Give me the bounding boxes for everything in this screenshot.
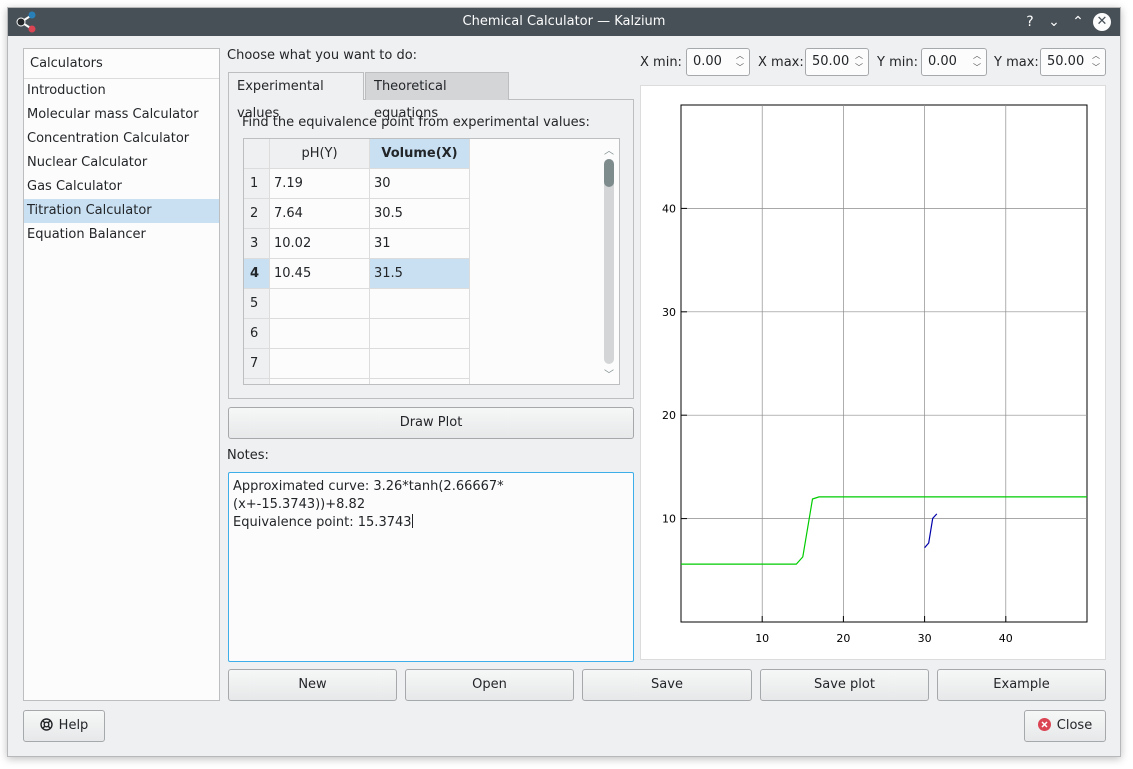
- close-circle-icon: [1037, 713, 1051, 743]
- table-cell-ph[interactable]: 7.19: [270, 169, 370, 199]
- notes-label: Notes:: [227, 448, 269, 463]
- table-cell-volume[interactable]: [370, 289, 470, 319]
- table-cell-ph[interactable]: [270, 349, 370, 379]
- table-cell-volume[interactable]: 30: [370, 169, 470, 199]
- title-bar[interactable]: Chemical Calculator — Kalzium ? ⌄ ⌃ ✕: [8, 8, 1120, 36]
- new-button[interactable]: New: [228, 669, 397, 701]
- table-cell-volume-selected[interactable]: 31.5: [370, 259, 470, 289]
- xmax-value: 50.00: [812, 54, 850, 69]
- table-cell-volume[interactable]: 30.5: [370, 199, 470, 229]
- notes-textarea[interactable]: Approximated curve: 3.26*tanh(2.66667*(x…: [228, 472, 634, 662]
- scrollbar-thumb[interactable]: [604, 159, 614, 187]
- scroll-down-icon[interactable]: ﹀: [599, 366, 619, 381]
- close-window-icon[interactable]: ✕: [1093, 13, 1111, 31]
- open-button[interactable]: Open: [405, 669, 574, 701]
- find-equivalence-label: Find the equivalence point from experime…: [242, 115, 590, 130]
- table-cell-ph[interactable]: 10.02: [270, 229, 370, 259]
- calculators-header: Calculators: [24, 49, 219, 79]
- ymin-value: 0.00: [928, 54, 957, 69]
- help-button-label: Help: [58, 718, 89, 733]
- lifebuoy-icon: [39, 713, 53, 743]
- y-tick-label: 30: [662, 306, 676, 319]
- save-button[interactable]: Save: [582, 669, 752, 701]
- y-tick-label: 20: [662, 409, 676, 422]
- x-tick-label: 20: [836, 632, 850, 645]
- spin-arrows-icon[interactable]: ︿ ﹀: [852, 50, 866, 74]
- sidebar-item-introduction[interactable]: Introduction: [24, 79, 219, 103]
- sidebar-item-nuclear[interactable]: Nuclear Calculator: [24, 151, 219, 175]
- row-header[interactable]: 2: [244, 199, 270, 229]
- close-button[interactable]: Close: [1024, 710, 1106, 742]
- ymax-value: 50.00: [1047, 54, 1085, 69]
- row-header[interactable]: 1: [244, 169, 270, 199]
- text-caret: [411, 514, 413, 528]
- sidebar-item-equation-balancer[interactable]: Equation Balancer: [24, 223, 219, 247]
- save-plot-button[interactable]: Save plot: [760, 669, 929, 701]
- notes-line-equivalence: Equivalence point: 15.3743: [233, 515, 412, 530]
- row-header[interactable]: 4: [244, 259, 270, 289]
- calculator-window: Chemical Calculator — Kalzium ? ⌄ ⌃ ✕ Ca…: [7, 7, 1121, 757]
- draw-plot-button[interactable]: Draw Plot: [228, 407, 634, 439]
- scroll-up-icon[interactable]: ︿: [599, 142, 619, 157]
- calculators-list: Calculators Introduction Molecular mass …: [23, 48, 220, 701]
- row-header: [244, 379, 270, 384]
- table-cell-ph[interactable]: [270, 319, 370, 349]
- table-cell-ph[interactable]: 10.45: [270, 259, 370, 289]
- scrollbar-track[interactable]: [604, 159, 614, 364]
- ymin-label: Y min:: [877, 55, 918, 70]
- spin-arrows-icon[interactable]: ︿ ﹀: [970, 50, 984, 74]
- plot-area: [680, 104, 1088, 623]
- row-header[interactable]: 6: [244, 319, 270, 349]
- minimize-icon[interactable]: ⌄: [1044, 12, 1064, 32]
- table-cell-volume[interactable]: [370, 379, 470, 384]
- maximize-icon[interactable]: ⌃: [1068, 12, 1088, 32]
- table-cell-volume[interactable]: 31: [370, 229, 470, 259]
- x-tick-label: 40: [999, 632, 1013, 645]
- sidebar-item-concentration[interactable]: Concentration Calculator: [24, 127, 219, 151]
- column-header-ph[interactable]: pH(Y): [270, 139, 370, 169]
- spin-arrows-icon[interactable]: ︿ ﹀: [1089, 50, 1103, 74]
- row-header[interactable]: 3: [244, 229, 270, 259]
- sidebar-item-titration[interactable]: Titration Calculator: [24, 199, 219, 223]
- x-tick-label: 30: [918, 632, 932, 645]
- table-cell-ph[interactable]: [270, 289, 370, 319]
- titration-plot[interactable]: 10 20 30 40 10 20 30 40: [641, 86, 1107, 661]
- table-cell-ph[interactable]: [270, 379, 370, 384]
- ymax-label: Y max:: [994, 55, 1039, 70]
- table-cell-ph[interactable]: 7.64: [270, 199, 370, 229]
- choose-prompt: Choose what you want to do:: [227, 48, 418, 63]
- titration-plot-panel[interactable]: 10 20 30 40 10 20 30 40: [640, 85, 1106, 660]
- close-button-label: Close: [1056, 718, 1093, 733]
- table-corner: [244, 139, 270, 169]
- x-tick-label: 10: [755, 632, 769, 645]
- table-cell-volume[interactable]: [370, 349, 470, 379]
- notes-line-equivalence-wrap: Equivalence point: 15.3743: [233, 514, 629, 532]
- window-title: Chemical Calculator — Kalzium: [462, 14, 666, 29]
- xmin-label: X min:: [640, 55, 682, 70]
- spin-arrows-icon[interactable]: ︿ ﹀: [733, 50, 747, 74]
- xmin-spinbox[interactable]: 0.00 ︿ ﹀: [686, 48, 750, 76]
- xmax-spinbox[interactable]: 50.00 ︿ ﹀: [805, 48, 869, 76]
- row-header[interactable]: 5: [244, 289, 270, 319]
- help-button[interactable]: Help: [23, 710, 105, 742]
- ymin-spinbox[interactable]: 0.00 ︿ ﹀: [921, 48, 987, 76]
- experimental-values-table: pH(Y) Volume(X) 1 7.19 30 2 7.64 30.5 3 …: [243, 138, 620, 385]
- y-tick-label: 40: [662, 202, 676, 215]
- y-tick-label: 10: [662, 513, 676, 526]
- help-titlebar-button[interactable]: ?: [1020, 12, 1040, 32]
- table-cell-volume[interactable]: [370, 319, 470, 349]
- column-header-volume[interactable]: Volume(X): [370, 139, 470, 169]
- row-header[interactable]: 7: [244, 349, 270, 379]
- xmin-value: 0.00: [693, 54, 722, 69]
- tab-theoretical-equations[interactable]: Theoretical equations: [365, 72, 509, 121]
- notes-line-curve: Approximated curve: 3.26*tanh(2.66667*(x…: [233, 479, 504, 512]
- table-scrollbar[interactable]: ︿ ﹀: [599, 139, 619, 384]
- example-button[interactable]: Example: [937, 669, 1106, 701]
- sidebar-item-gas[interactable]: Gas Calculator: [24, 175, 219, 199]
- ymax-spinbox[interactable]: 50.00 ︿ ﹀: [1040, 48, 1106, 76]
- sidebar-item-molecular-mass[interactable]: Molecular mass Calculator: [24, 103, 219, 127]
- tab-experimental-values[interactable]: Experimental values: [228, 72, 364, 121]
- xmax-label: X max:: [758, 55, 804, 70]
